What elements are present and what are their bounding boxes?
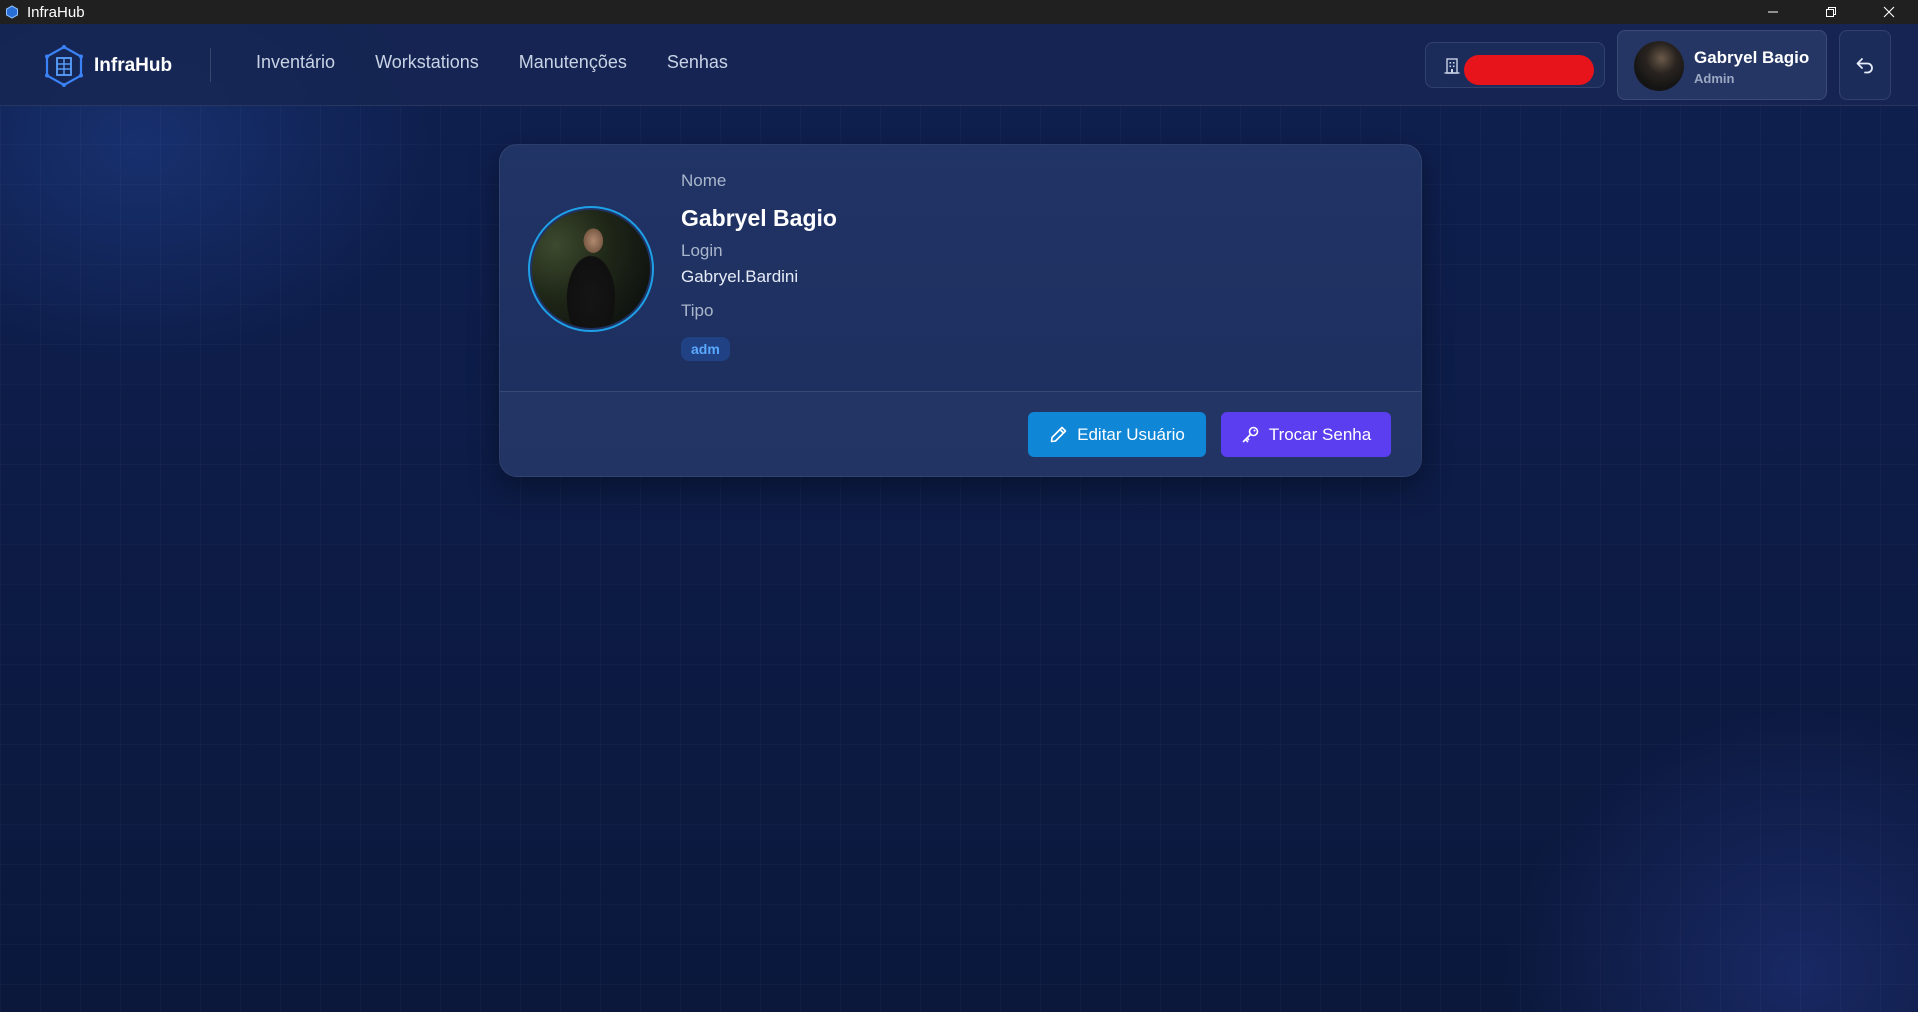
login-label: Login [681, 241, 723, 260]
close-icon [1883, 6, 1895, 18]
logout-button[interactable] [1839, 30, 1891, 100]
nav-inventario[interactable]: Inventário [256, 52, 335, 73]
os-title-bar: InfraHub [0, 0, 1918, 24]
profile-avatar [528, 206, 654, 332]
nav-senhas[interactable]: Senhas [667, 52, 728, 73]
close-button[interactable] [1860, 0, 1918, 24]
user-menu[interactable]: Gabryel Bagio Admin [1617, 30, 1827, 100]
type-label: Tipo [681, 301, 714, 320]
brand[interactable]: InfraHub [42, 44, 172, 88]
profile-card-body: Nome Gabryel Bagio Login Gabryel.Bardini… [500, 145, 1421, 391]
brand-name: InfraHub [94, 55, 173, 76]
edit-user-label: Editar Usuário [1077, 424, 1185, 444]
type-badge: adm [681, 337, 730, 361]
pencil-icon [1050, 426, 1067, 443]
infrahub-logo-icon [45, 45, 83, 87]
profile-card: Nome Gabryel Bagio Login Gabryel.Bardini… [499, 144, 1422, 477]
avatar [1634, 41, 1684, 91]
top-header: InfraHub Inventário Workstations Manuten… [0, 24, 1918, 106]
header-user-name: Gabryel Bagio [1694, 48, 1810, 67]
header-user-role: Admin [1694, 71, 1735, 86]
edit-user-button[interactable]: Editar Usuário [1028, 412, 1206, 457]
key-icon [1242, 426, 1259, 443]
minimize-button[interactable] [1744, 0, 1802, 24]
redacted-company-name [1464, 55, 1594, 85]
logout-icon [1856, 58, 1873, 74]
app-root: InfraHub Inventário Workstations Manuten… [0, 24, 1918, 1012]
login-value: Gabryel.Bardini [681, 267, 799, 286]
profile-photo [532, 210, 650, 328]
main-nav: Inventário Workstations Manutenções Senh… [256, 52, 768, 73]
profile-card-footer: Editar Usuário Trocar Senha [500, 391, 1421, 476]
nav-manutencoes[interactable]: Manutenções [519, 52, 627, 73]
name-label: Nome [681, 171, 727, 190]
app-logo-icon [6, 5, 18, 19]
company-selector[interactable] [1425, 42, 1605, 88]
minimize-icon [1768, 11, 1778, 13]
change-password-button[interactable]: Trocar Senha [1221, 412, 1391, 457]
nav-workstations[interactable]: Workstations [375, 52, 479, 73]
building-icon [1444, 58, 1460, 74]
restore-icon [1826, 7, 1836, 17]
restore-button[interactable] [1802, 0, 1860, 24]
name-value: Gabryel Bagio [681, 205, 837, 231]
change-password-label: Trocar Senha [1268, 424, 1372, 444]
window-title: InfraHub [27, 3, 85, 21]
window-controls [1744, 0, 1918, 24]
header-divider [210, 48, 211, 82]
